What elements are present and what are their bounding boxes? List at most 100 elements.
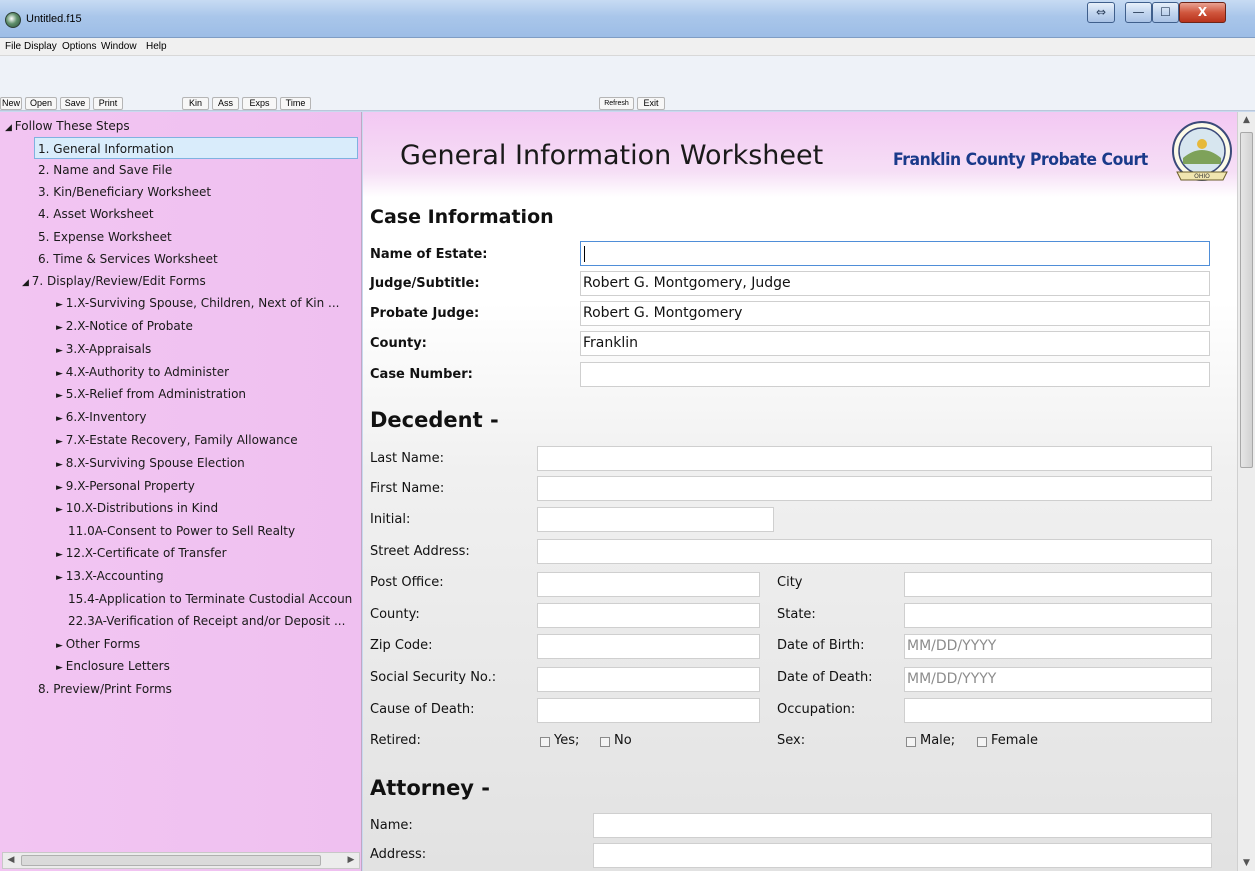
menu-file[interactable]: File xyxy=(5,41,21,52)
new-button[interactable]: New xyxy=(0,97,22,110)
attorney-heading: Attorney - xyxy=(370,776,491,800)
city-input[interactable] xyxy=(904,572,1212,597)
occupation-input[interactable] xyxy=(904,698,1212,723)
case-number-input[interactable] xyxy=(580,362,1210,387)
attorney-address-input[interactable] xyxy=(593,843,1212,868)
decedent-county-input[interactable] xyxy=(537,603,760,628)
name-of-estate-input[interactable] xyxy=(580,241,1210,266)
court-name: Franklin County Probate Court xyxy=(893,150,1148,170)
tree-item-form-11-0a[interactable]: 11.0A-Consent to Power to Sell Realty xyxy=(68,520,295,542)
date-of-death-label: Date of Death: xyxy=(777,670,873,685)
tree-root[interactable]: ◢ Follow These Steps xyxy=(5,115,130,137)
scrollbar-thumb[interactable] xyxy=(1240,132,1253,468)
refresh-button[interactable]: Refresh xyxy=(599,97,634,110)
last-name-input[interactable] xyxy=(537,446,1212,471)
state-input[interactable] xyxy=(904,603,1212,628)
date-of-death-input[interactable]: MM/DD/YYYY xyxy=(904,667,1212,692)
zip-code-label: Zip Code: xyxy=(370,638,433,653)
retired-yes-label: Yes; xyxy=(554,733,580,748)
probate-judge-input[interactable]: Robert G. Montgomery xyxy=(580,301,1210,326)
date-of-birth-input[interactable]: MM/DD/YYYY xyxy=(904,634,1212,659)
time-button[interactable]: Time xyxy=(280,97,311,110)
ass-button[interactable]: Ass xyxy=(212,97,239,110)
resize-toggle-button[interactable]: ⇔ xyxy=(1087,2,1115,23)
tree-item-name-and-save-file[interactable]: 2. Name and Save File xyxy=(38,159,172,181)
app-icon xyxy=(5,12,21,28)
decedent-heading: Decedent - xyxy=(370,408,499,432)
title-bar: Untitled.f15 ⇔ — ☐ X xyxy=(0,0,1255,38)
menu-window[interactable]: Window xyxy=(101,41,137,52)
tree-item-form-9x[interactable]: ► 9.X-Personal Property xyxy=(56,475,195,497)
tree-item-form-2x[interactable]: ► 2.X-Notice of Probate xyxy=(56,315,193,337)
minimize-button[interactable]: — xyxy=(1125,2,1152,23)
retired-yes-checkbox[interactable] xyxy=(540,737,550,747)
name-of-estate-label: Name of Estate: xyxy=(370,247,488,262)
collapsed-triangle-icon: ► xyxy=(56,323,66,333)
date-of-birth-label: Date of Birth: xyxy=(777,638,865,653)
tree-item-general-information[interactable]: 1. General Information xyxy=(34,137,358,159)
occupation-label: Occupation: xyxy=(777,702,856,717)
county-input[interactable]: Franklin xyxy=(580,331,1210,356)
tree-item-asset-worksheet[interactable]: 4. Asset Worksheet xyxy=(38,203,154,225)
tree-item-display-review-edit-forms[interactable]: ◢ 7. Display/Review/Edit Forms xyxy=(22,270,206,292)
sex-male-label: Male; xyxy=(920,733,956,748)
retired-no-checkbox[interactable] xyxy=(600,737,610,747)
print-button[interactable]: Print xyxy=(93,97,123,110)
tree-item-other-forms[interactable]: ► Other Forms xyxy=(56,633,140,655)
tree-item-form-3x[interactable]: ► 3.X-Appraisals xyxy=(56,338,151,360)
open-button[interactable]: Open xyxy=(25,97,57,110)
sex-female-checkbox[interactable] xyxy=(977,737,987,747)
kin-button[interactable]: Kin xyxy=(182,97,209,110)
tree-item-form-4x[interactable]: ► 4.X-Authority to Administer xyxy=(56,361,229,383)
menu-display[interactable]: Display xyxy=(24,41,57,52)
maximize-button[interactable]: ☐ xyxy=(1152,2,1179,23)
collapsed-triangle-icon: ► xyxy=(56,505,66,515)
tree-item-enclosure-letters[interactable]: ► Enclosure Letters xyxy=(56,655,170,677)
scroll-left-icon[interactable]: ◀ xyxy=(3,853,19,868)
tree-item-form-8x[interactable]: ► 8.X-Surviving Spouse Election xyxy=(56,452,245,474)
zip-code-input[interactable] xyxy=(537,634,760,659)
tree-item-preview-print-forms[interactable]: 8. Preview/Print Forms xyxy=(38,678,172,700)
tree-item-form-22-3a[interactable]: 22.3A-Verification of Receipt and/or Dep… xyxy=(68,610,361,632)
first-name-input[interactable] xyxy=(537,476,1212,501)
tree-item-form-6x[interactable]: ► 6.X-Inventory xyxy=(56,406,147,428)
tree-item-kin-worksheet[interactable]: 3. Kin/Beneficiary Worksheet xyxy=(38,181,211,203)
window-title: Untitled.f15 xyxy=(26,13,82,25)
collapsed-triangle-icon: ► xyxy=(56,300,66,310)
scroll-down-icon[interactable]: ▼ xyxy=(1238,855,1255,871)
close-button[interactable]: X xyxy=(1179,2,1226,23)
menu-options[interactable]: Options xyxy=(62,41,96,52)
exps-button[interactable]: Exps xyxy=(242,97,277,110)
save-button[interactable]: Save xyxy=(60,97,90,110)
street-address-input[interactable] xyxy=(537,539,1212,564)
tree-item-expense-worksheet[interactable]: 5. Expense Worksheet xyxy=(38,226,172,248)
worksheet-vertical-scrollbar[interactable]: ▲ ▼ xyxy=(1237,112,1255,871)
page-title: General Information Worksheet xyxy=(400,140,824,171)
ssn-input[interactable] xyxy=(537,667,760,692)
tree-item-form-12x[interactable]: ► 12.X-Certificate of Transfer xyxy=(56,542,227,564)
attorney-name-input[interactable] xyxy=(593,813,1212,838)
cause-of-death-input[interactable] xyxy=(537,698,760,723)
state-label: State: xyxy=(777,607,816,622)
tree-item-form-5x[interactable]: ► 5.X-Relief from Administration xyxy=(56,383,246,405)
tree-horizontal-scrollbar[interactable]: ◀ ▶ xyxy=(2,852,360,869)
ssn-label: Social Security No.: xyxy=(370,670,497,685)
sex-male-checkbox[interactable] xyxy=(906,737,916,747)
tree-item-form-10x[interactable]: ► 10.X-Distributions in Kind xyxy=(56,497,218,519)
tree-item-time-services-worksheet[interactable]: 6. Time & Services Worksheet xyxy=(38,248,218,270)
judge-subtitle-input[interactable]: Robert G. Montgomery, Judge xyxy=(580,271,1210,296)
collapsed-triangle-icon: ► xyxy=(56,573,66,583)
tree-item-form-1x[interactable]: ► 1.X-Surviving Spouse, Children, Next o… xyxy=(56,292,361,314)
tree-item-form-15-4[interactable]: 15.4-Application to Terminate Custodial … xyxy=(68,588,361,610)
scroll-up-icon[interactable]: ▲ xyxy=(1238,112,1255,128)
exit-button[interactable]: Exit xyxy=(637,97,665,110)
collapsed-triangle-icon: ► xyxy=(56,437,66,447)
post-office-input[interactable] xyxy=(537,572,760,597)
scrollbar-thumb[interactable] xyxy=(21,855,321,866)
attorney-address-label: Address: xyxy=(370,847,427,862)
tree-item-form-7x[interactable]: ► 7.X-Estate Recovery, Family Allowance xyxy=(56,429,298,451)
scroll-right-icon[interactable]: ▶ xyxy=(343,853,359,868)
menu-help[interactable]: Help xyxy=(146,41,167,52)
tree-item-form-13x[interactable]: ► 13.X-Accounting xyxy=(56,565,164,587)
initial-input[interactable] xyxy=(537,507,774,532)
